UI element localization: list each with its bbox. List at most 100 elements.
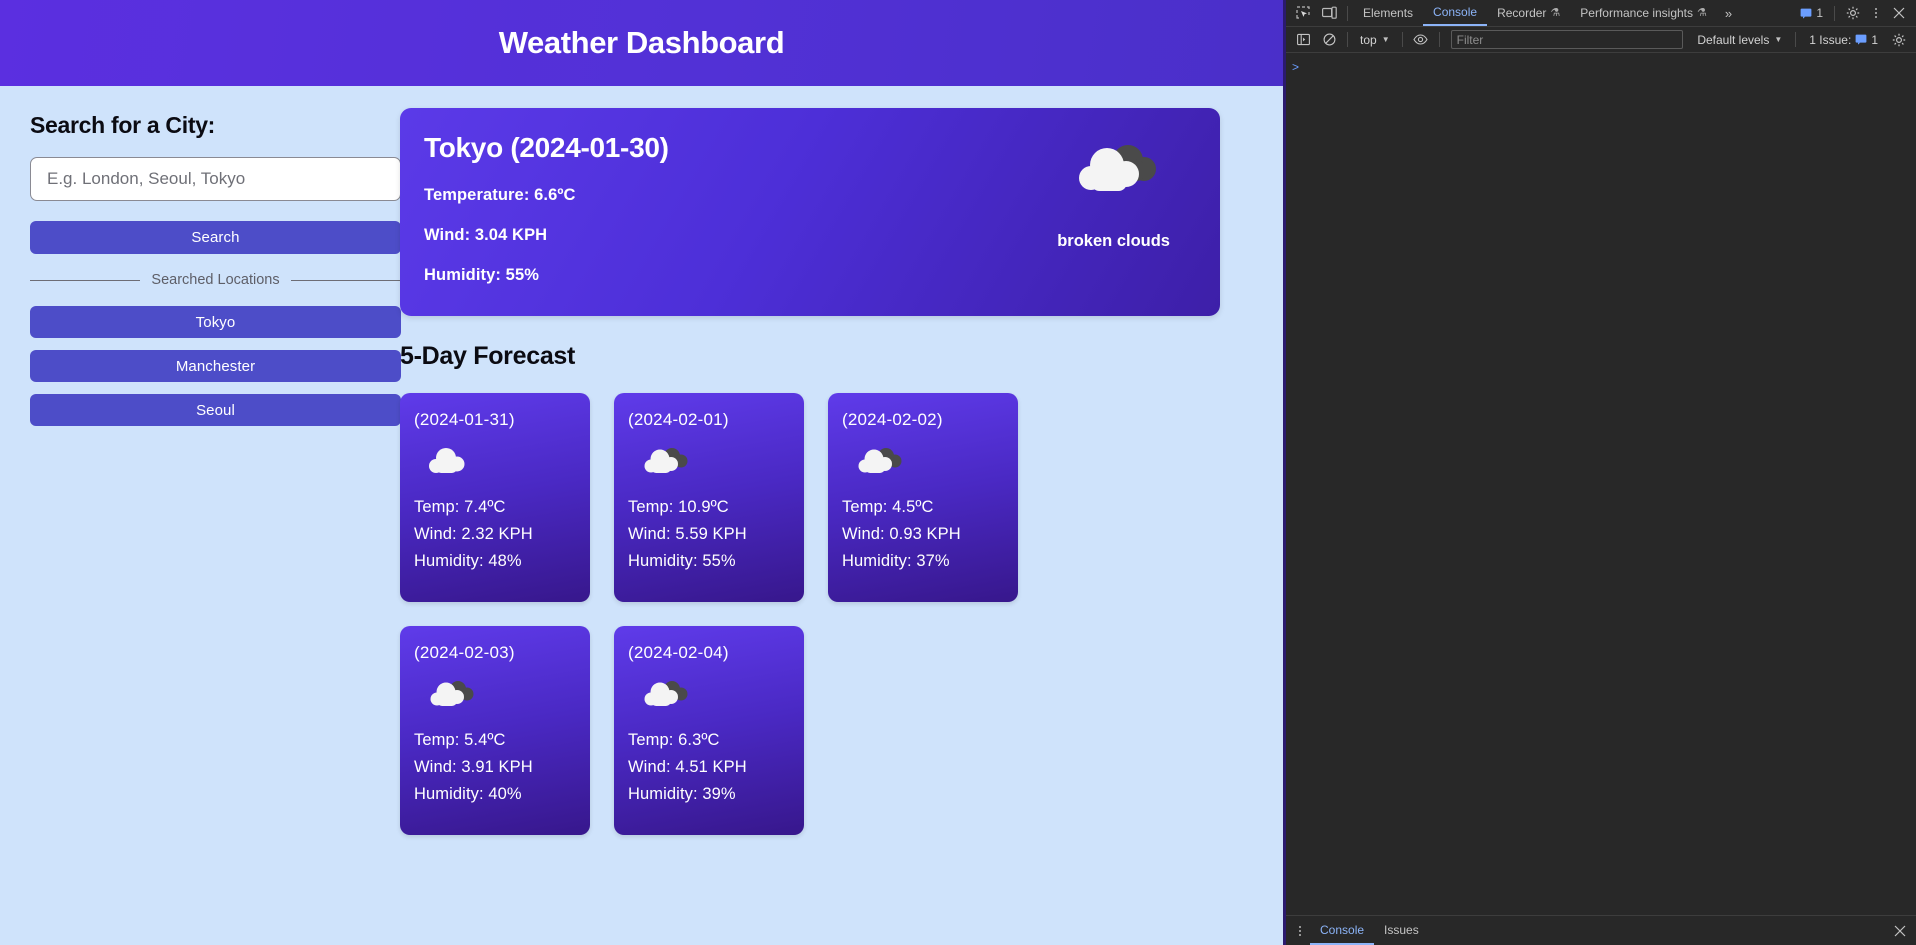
console-prompt-row[interactable]: > [1286,58,1916,76]
toolbar-separator [1438,32,1440,47]
tab-label: Recorder [1497,6,1547,20]
forecast-temp: Temp: 5.4ºC [414,731,506,749]
clear-console-icon[interactable] [1316,28,1342,52]
experiment-flask-icon: ⚗ [1550,7,1561,19]
forecast-temp: Temp: 10.9ºC [628,498,729,516]
searched-locations-divider: Searched Locations [30,272,402,288]
forecast-card: (2024-02-01) Temp: 10.9ºC Wind: 5.59 KPH… [614,393,804,602]
drawer-menu-icon[interactable] [1290,925,1310,936]
issues-count: 1 [1871,32,1878,47]
forecast-wind: Wind: 4.51 KPH [628,758,747,776]
current-city-date: Tokyo (2024-01-30) [424,132,669,163]
current-humidity: Humidity: 55% [424,266,539,284]
close-icon[interactable] [1886,1,1912,25]
search-input[interactable] [30,157,401,201]
divider-label: Searched Locations [151,272,280,288]
forecast-grid: (2024-01-31) Temp: 7.4ºC Wind: 2.32 KPH … [400,393,1080,835]
divider-line-right [290,279,402,281]
log-levels-select[interactable]: Default levels ▼ [1689,33,1790,47]
current-weather-details: Tokyo (2024-01-30) Temperature: 6.6ºC Wi… [424,132,669,316]
tab-performance-insights[interactable]: Performance insights ⚗ [1570,0,1717,26]
tab-label: Performance insights [1580,6,1694,20]
forecast-date: (2024-02-01) [628,410,729,429]
forecast-card: (2024-02-04) Temp: 6.3ºC Wind: 4.51 KPH … [614,626,804,835]
devtools-drawer-tabbar: Console Issues [1286,915,1916,945]
gear-icon[interactable] [1840,1,1866,25]
broken-clouds-icon [1066,138,1162,206]
search-button[interactable]: Search [30,221,401,254]
city-button-manchester[interactable]: Manchester [30,350,401,382]
broken-clouds-icon [424,677,590,717]
execution-context-select[interactable]: top ▼ [1353,33,1397,47]
devtools-menu-icon[interactable] [1866,1,1886,25]
forecast-temp: Temp: 4.5ºC [842,498,934,516]
forecast-temp: Temp: 7.4ºC [414,498,506,516]
forecast-humidity: Humidity: 37% [842,552,950,570]
forecast-wind: Wind: 2.32 KPH [414,525,533,543]
console-sidebar-toggle-icon[interactable] [1290,28,1316,52]
log-levels-value: Default levels [1697,32,1770,47]
forecast-humidity: Humidity: 39% [628,785,736,803]
message-count-badge[interactable]: 1 [1794,6,1829,20]
tab-label: Console [1433,5,1478,19]
screen-root: Weather Dashboard Search for a City: Sea… [0,0,1916,945]
forecast-wind: Wind: 3.91 KPH [414,758,533,776]
city-button-seoul[interactable]: Seoul [30,394,401,426]
devtools-panel: Elements Console Recorder ⚗ Performance … [1283,0,1916,945]
issues-label: 1 Issue: [1809,32,1852,47]
broken-clouds-icon [638,444,804,484]
cloud-icon [424,444,590,484]
current-weather-icon-block: broken clouds [1057,132,1192,316]
toolbar-separator [1347,5,1348,21]
toolbar-separator [1401,32,1403,47]
tab-elements[interactable]: Elements [1353,0,1423,26]
forecast-card: (2024-01-31) Temp: 7.4ºC Wind: 2.32 KPH … [400,393,590,602]
app-body: Search for a City: Search Searched Locat… [0,86,1283,945]
execution-context-value: top [1360,32,1377,47]
issue-icon [1855,34,1867,45]
toolbar-separator [1795,32,1797,47]
more-tabs-button[interactable]: » [1717,6,1740,21]
app-header: Weather Dashboard [0,0,1283,86]
toolbar-separator [1347,32,1348,47]
console-output-area[interactable]: > [1286,53,1916,915]
devtools-tabbar: Elements Console Recorder ⚗ Performance … [1286,0,1916,27]
page-title: Weather Dashboard [498,25,785,60]
forecast-wind: Wind: 5.59 KPH [628,525,747,543]
tab-console[interactable]: Console [1423,0,1488,26]
divider-line-left [30,279,141,281]
broken-clouds-icon [852,444,1018,484]
city-button-tokyo[interactable]: Tokyo [30,306,401,338]
search-sidebar: Search for a City: Search Searched Locat… [0,86,402,945]
forecast-humidity: Humidity: 40% [414,785,522,803]
forecast-temp: Temp: 6.3ºC [628,731,720,749]
console-prompt-input[interactable] [1299,60,1910,74]
main-content: Tokyo (2024-01-30) Temperature: 6.6ºC Wi… [400,86,1283,945]
device-toolbar-icon[interactable] [1316,1,1342,25]
console-settings-gear-icon[interactable] [1886,28,1912,52]
drawer-close-icon[interactable] [1894,925,1916,937]
drawer-tab-issues[interactable]: Issues [1374,916,1429,945]
forecast-card: (2024-02-02) Temp: 4.5ºC Wind: 0.93 KPH … [828,393,1018,602]
console-filter-input[interactable] [1450,30,1684,49]
message-icon [1800,8,1812,19]
current-temperature: Temperature: 6.6ºC [424,186,576,204]
devtools-tabbar-right: 1 [1794,1,1916,25]
console-prompt-chevron-icon: > [1292,60,1300,74]
tab-recorder[interactable]: Recorder ⚗ [1487,0,1570,26]
issues-counter[interactable]: 1 Issue: 1 [1801,33,1886,47]
forecast-date: (2024-02-03) [414,643,515,662]
forecast-date: (2024-01-31) [414,410,515,429]
broken-clouds-icon [638,677,804,717]
live-expression-eye-icon[interactable] [1408,28,1434,52]
forecast-heading: 5-Day Forecast [400,342,576,370]
forecast-card: (2024-02-03) Temp: 5.4ºC Wind: 3.91 KPH … [400,626,590,835]
inspect-element-icon[interactable] [1290,1,1316,25]
current-weather-card: Tokyo (2024-01-30) Temperature: 6.6ºC Wi… [400,108,1220,316]
drawer-tab-console[interactable]: Console [1310,916,1375,945]
toolbar-separator [1834,5,1835,21]
chevron-down-icon: ▼ [1774,35,1783,44]
current-wind: Wind: 3.04 KPH [424,226,548,244]
weather-app-page: Weather Dashboard Search for a City: Sea… [0,0,1283,945]
sidebar-heading: Search for a City: [30,112,216,138]
